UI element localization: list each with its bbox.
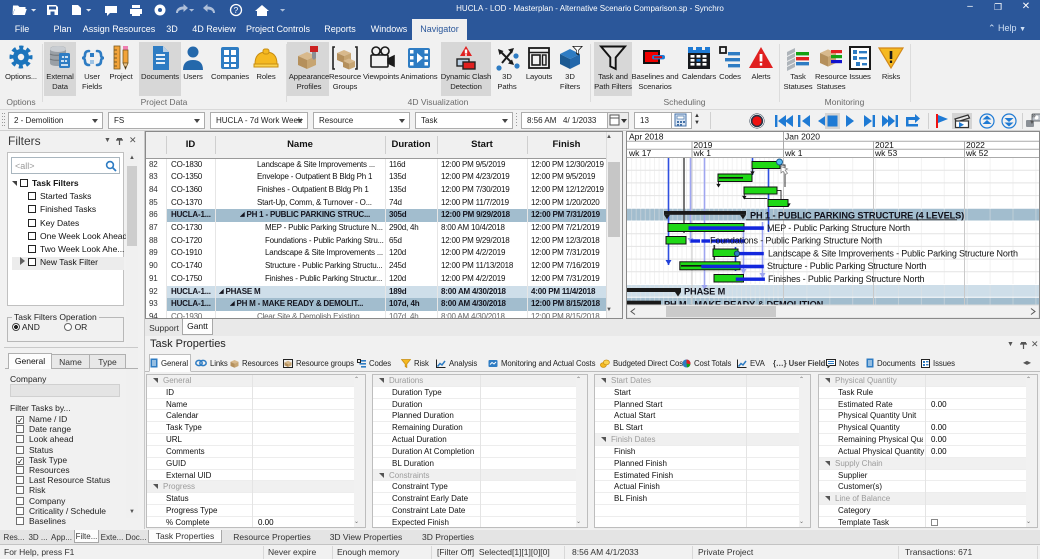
svg-text:wk 17: wk 17 [628, 148, 651, 158]
svg-text:MEP - Public Parking Structure: MEP - Public Parking Structure North [767, 223, 910, 233]
svg-text:Jan 2020: Jan 2020 [785, 132, 820, 142]
svg-text:wk 53: wk 53 [874, 148, 897, 158]
svg-text:Finishes - Public Parking Stru: Finishes - Public Parking Structure Nort… [768, 274, 925, 284]
svg-text:wk 1: wk 1 [693, 148, 712, 158]
svg-text:Landscape & Site Improvements: Landscape & Site Improvements - Public P… [768, 248, 1018, 258]
svg-text:Foundations - Public Parking S: Foundations - Public Parking Structure N… [710, 236, 882, 246]
svg-text:PH 1 - PUBLIC PARKING STRUCTUR: PH 1 - PUBLIC PARKING STRUCTURE (4 LEVEL… [750, 210, 964, 220]
svg-text:Structure - Public Parking Str: Structure - Public Parking Structure Nor… [767, 261, 926, 271]
svg-text:wk 52: wk 52 [965, 148, 988, 158]
svg-text:PHASE M: PHASE M [684, 287, 726, 297]
svg-text:wk 1: wk 1 [784, 148, 803, 158]
svg-text:Apr 2018: Apr 2018 [629, 132, 664, 142]
